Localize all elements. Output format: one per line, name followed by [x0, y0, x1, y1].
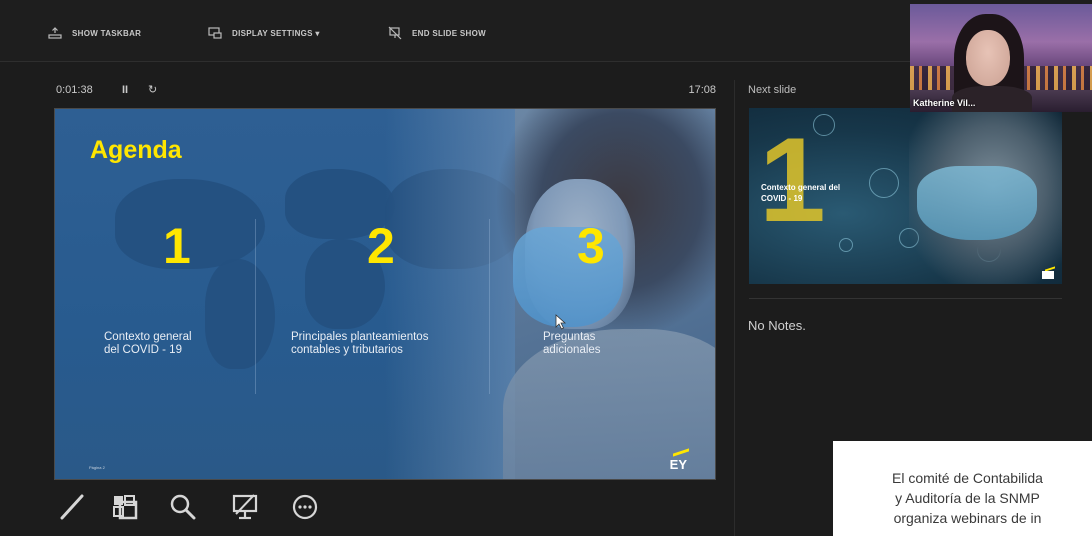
panel-divider — [734, 80, 735, 536]
webcam-video[interactable]: Katherine Vil... — [910, 4, 1092, 112]
next-slide-mask — [917, 166, 1037, 240]
pen-tool-button[interactable] — [56, 490, 90, 524]
more-options-button[interactable] — [288, 490, 322, 524]
display-settings-icon — [208, 27, 222, 39]
world-map-shape — [205, 259, 275, 369]
zoom-button[interactable] — [166, 490, 200, 524]
presenter-tools — [56, 490, 336, 530]
next-slide-thumbnail[interactable]: 1 Contexto general del COVID - 19 — [749, 108, 1062, 284]
agenda-item-line: Preguntas — [543, 331, 596, 343]
caption-line: y Auditoría de la SNMP — [895, 490, 1040, 506]
timer-row: 0:01:38 II ↻ 17:08 — [56, 84, 716, 100]
pen-icon — [60, 494, 84, 520]
next-slide-number: 1 — [759, 113, 826, 247]
mouse-cursor-icon — [555, 314, 567, 330]
agenda-item-line: contables y tributarios — [291, 344, 403, 356]
virus-particle — [839, 238, 853, 252]
screen-icon — [232, 494, 258, 520]
agenda-item-line: Contexto general — [104, 331, 192, 343]
zoom-icon — [170, 494, 196, 520]
agenda-item-text: Principales planteamientos contables y t… — [291, 331, 428, 357]
next-slide-caption-line: Contexto general del — [761, 183, 841, 192]
agenda-item-line: Principales planteamientos — [291, 331, 429, 343]
column-divider — [489, 219, 490, 394]
end-slide-show-label: END SLIDE SHOW — [412, 28, 486, 38]
agenda-item-line: adicionales — [543, 344, 601, 356]
caption-line: organiza webinars de in — [893, 510, 1042, 526]
more-icon — [292, 494, 318, 520]
agenda-item-text: Preguntas adicionales — [543, 331, 601, 357]
current-slide[interactable]: Agenda 1 2 3 Contexto general del COVID … — [54, 108, 716, 480]
caption-overlay: El comité de Contabilida y Auditoría de … — [833, 441, 1092, 536]
slide-title: Agenda — [90, 136, 182, 164]
end-show-icon — [388, 26, 402, 40]
next-slide-label: Next slide — [748, 84, 797, 96]
display-settings-button[interactable]: DISPLAY SETTINGS ▾ — [208, 24, 320, 42]
show-taskbar-label: SHOW TASKBAR — [72, 28, 142, 38]
display-settings-label: DISPLAY SETTINGS ▾ — [232, 28, 320, 38]
show-taskbar-button[interactable]: SHOW TASKBAR — [48, 24, 141, 42]
agenda-item-text: Contexto general del COVID - 19 — [104, 331, 192, 357]
see-all-slides-button[interactable] — [108, 490, 142, 524]
speaker-notes: No Notes. — [748, 318, 806, 333]
caption-line: El comité de Contabilida — [892, 470, 1043, 486]
participant-face — [966, 30, 1010, 86]
ey-logo: EY — [669, 457, 687, 472]
black-screen-button[interactable] — [228, 490, 262, 524]
agenda-number: 2 — [367, 218, 395, 274]
photo-mask — [513, 227, 623, 327]
next-slide-caption-line: COVID - 19 — [761, 194, 803, 203]
elapsed-timer: 0:01:38 — [56, 84, 93, 96]
column-divider — [255, 219, 256, 394]
current-time: 17:08 — [688, 84, 716, 96]
agenda-number: 3 — [577, 218, 605, 274]
ey-logo-mini — [1042, 271, 1054, 279]
next-slide-caption: Contexto general del COVID - 19 — [761, 182, 901, 204]
notes-divider — [749, 298, 1062, 299]
taskbar-icon — [48, 27, 62, 39]
pause-timer-button[interactable]: II — [122, 84, 128, 96]
end-slide-show-button[interactable]: END SLIDE SHOW — [388, 24, 486, 42]
slide-footer: Página 2 — [89, 465, 105, 470]
agenda-item-line: del COVID - 19 — [104, 344, 182, 356]
agenda-number: 1 — [163, 218, 191, 274]
slides-grid-icon — [113, 495, 138, 520]
restart-timer-button[interactable]: ↻ — [148, 83, 157, 96]
participant-name: Katherine Vil... — [913, 98, 976, 108]
